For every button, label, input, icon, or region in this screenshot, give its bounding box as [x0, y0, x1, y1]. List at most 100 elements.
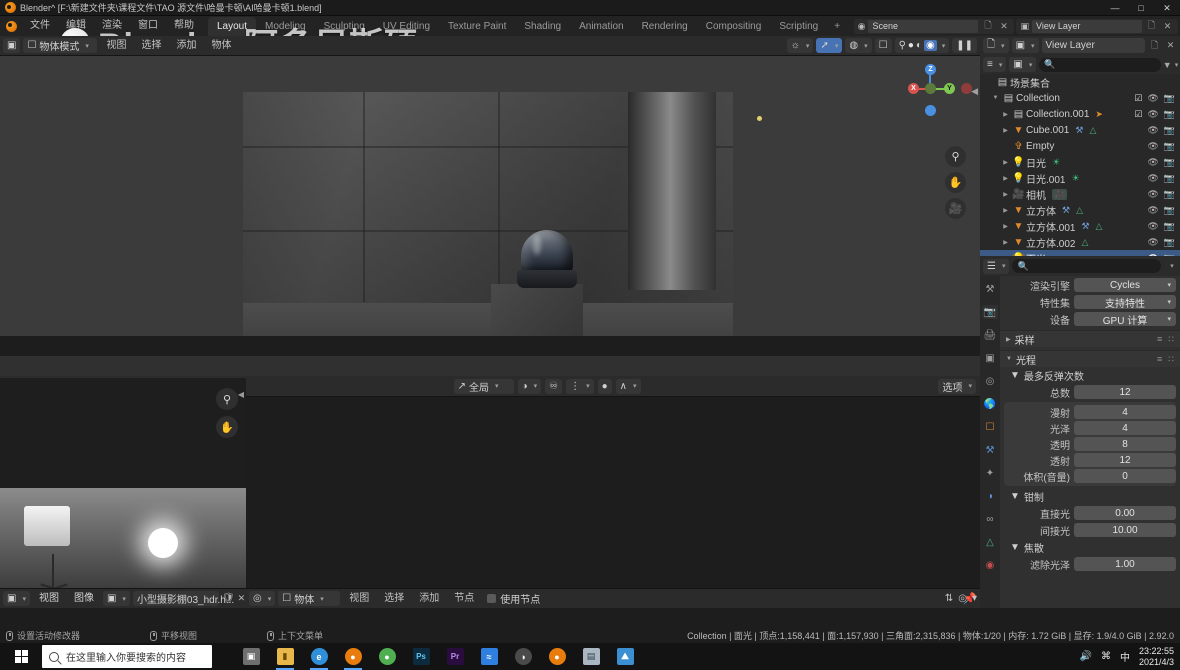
sampling-section-header[interactable]: ▶ 采样 ≡ ∷ — [1000, 330, 1180, 347]
expand-triangle-icon[interactable]: ▶ — [1000, 159, 1011, 166]
eye-icon[interactable]: 👁 — [1147, 237, 1158, 248]
eye-icon[interactable]: 👁 — [1147, 173, 1158, 184]
clamp-indirect-field[interactable]: 10.00 — [1074, 523, 1176, 537]
device-dropdown[interactable]: GPU 计算 — [1074, 312, 1176, 326]
menu-help[interactable]: 帮助 — [166, 16, 202, 36]
browse-image-button[interactable]: ▣ — [103, 591, 130, 606]
visibility-dropdown[interactable]: ☼ — [787, 38, 814, 53]
image-editor-type-button[interactable]: ▣ — [3, 591, 30, 606]
eye-icon[interactable]: 👁 — [1147, 221, 1158, 232]
viewport-menu-view[interactable]: 视图 — [100, 36, 132, 56]
photoshop-icon[interactable]: Ps — [404, 643, 438, 670]
use-nodes-checkbox[interactable]: 使用节点 — [483, 591, 544, 606]
tab-texture-paint[interactable]: Texture Paint — [439, 17, 515, 36]
tab-scripting[interactable]: Scripting — [770, 17, 827, 36]
image-editor-canvas[interactable]: ⚲ ✋ ◀ — [0, 378, 246, 608]
app-mm-icon[interactable]: ≈ — [472, 643, 506, 670]
tab-object-icon[interactable]: ☐ — [982, 420, 998, 434]
caustics-subsection-header[interactable]: ▼ 焦散 — [1000, 539, 1180, 555]
transform-orientation-dropdown[interactable]: ↗ 全局 — [454, 379, 514, 394]
network-icon[interactable]: ⌘ — [1101, 651, 1111, 662]
eye-icon[interactable]: 👁 — [1147, 189, 1158, 200]
shield-icon[interactable]: 🛡 — [222, 593, 235, 604]
minimize-button[interactable]: — — [1102, 0, 1128, 16]
camera-icon[interactable]: 📷 — [1164, 189, 1175, 200]
tab-modeling[interactable]: Modeling — [256, 17, 315, 36]
task-view-icon[interactable]: ▣ — [234, 643, 268, 670]
expand-triangle-icon[interactable]: ▶ — [1000, 127, 1011, 134]
new-view-layer-icon[interactable]: 🗋 — [1145, 19, 1158, 33]
image-zoom-tool-icon[interactable]: ⚲ — [216, 388, 238, 410]
expand-triangle-icon[interactable]: ▶ — [1000, 175, 1011, 182]
camera-icon[interactable]: 📷 — [1164, 221, 1175, 232]
expand-triangle-icon[interactable]: ▶ — [1000, 239, 1011, 246]
max-bounces-subsection-header[interactable]: ▼ 最多反弹次数 — [1000, 367, 1180, 383]
gizmo-axis-neg-z[interactable] — [925, 105, 936, 116]
outliner-row-scene-collection[interactable]: ▤ 场景集合 — [980, 74, 1180, 90]
menu-edit[interactable]: 编辑 — [58, 16, 94, 36]
overlays-dropdown[interactable]: ◍ — [845, 38, 871, 53]
snap-settings-dropdown[interactable]: ⋮ — [566, 379, 594, 394]
eye-icon[interactable]: 👁 — [1147, 205, 1158, 216]
tab-layout[interactable]: Layout — [208, 17, 256, 36]
image-name-field[interactable]: 小型摄影棚03_hdr.h... — [133, 591, 219, 606]
tab-render-icon[interactable]: 📷 — [982, 305, 998, 319]
node-editor-type-button[interactable]: ◎ — [249, 591, 275, 606]
light-gizmo-dot[interactable] — [757, 116, 762, 121]
edge-icon[interactable]: e — [302, 643, 336, 670]
add-workspace-tab-button[interactable]: + — [827, 17, 847, 36]
tab-shading[interactable]: Shading — [515, 17, 570, 36]
outliner-restriction-toggles-button[interactable]: ▣ — [1009, 57, 1036, 72]
camera-view-icon[interactable]: 🎥 — [945, 198, 966, 219]
gizmo-axis-z[interactable]: Z — [925, 64, 936, 75]
camera-icon[interactable]: 📷 — [1164, 205, 1175, 216]
viewport-canvas[interactable]: Z Y X ⚲ ✋ 🎥 ◀ — [0, 56, 980, 336]
outliner-row-collection[interactable]: ▼ ▤ Collection ☑ 👁 📷 — [980, 90, 1180, 106]
node-overlay-icon[interactable]: ◎ — [958, 593, 967, 604]
tab-constraints-icon[interactable]: ∞ — [982, 512, 998, 526]
tab-compositing[interactable]: Compositing — [697, 17, 771, 36]
remove-view-layer-icon[interactable]: ✕ — [1161, 19, 1174, 33]
taskbar-search-input[interactable]: 在这里输入你要搜索的内容 — [42, 645, 212, 668]
properties-content[interactable]: 渲染引擎 Cycles 特性集 支持特性 设备 GPU 计算 ▶ 采样 ≡ ∷ — [1000, 276, 1180, 608]
outliner-filter-mode-button[interactable]: ≡ — [983, 57, 1006, 72]
gizmo-axis-x[interactable]: X — [908, 83, 919, 94]
preset-list-icon[interactable]: ≡ — [1157, 334, 1162, 345]
eye-icon[interactable]: 👁 — [1147, 141, 1158, 152]
viewport-options-dropdown[interactable]: 选项 — [938, 379, 976, 394]
expand-triangle-icon[interactable]: ▶ — [1000, 111, 1011, 118]
outliner-editor-type-button[interactable]: 🗋 — [983, 38, 1009, 53]
outliner-row-camera[interactable]: ▶ 🎥 相机 🎥 👁 📷 — [980, 186, 1180, 202]
tab-uv-editing[interactable]: UV Editing — [374, 17, 439, 36]
outliner-row-sun-light-001[interactable]: ▶ 💡 日光.001 ☀ 👁 📷 — [980, 170, 1180, 186]
preset-list-icon[interactable]: ≡ — [1157, 354, 1162, 365]
volume-icon[interactable]: 🔊 — [1080, 651, 1092, 662]
eye-icon[interactable]: 👁 — [1147, 93, 1158, 104]
checkbox-icon[interactable]: ☑ — [1134, 109, 1142, 120]
tab-output-icon[interactable]: 🖨 — [982, 328, 998, 342]
remove-view-layer-icon[interactable]: ✕ — [1164, 39, 1177, 53]
camera-icon[interactable]: 📷 — [1164, 109, 1175, 120]
camera-icon[interactable]: 📷 — [1164, 141, 1175, 152]
bounces-transmission-field[interactable]: 12 — [1074, 453, 1176, 467]
outliner-display-mode-dropdown[interactable]: ▣ — [1012, 38, 1039, 53]
new-scene-icon[interactable]: 🗋 — [981, 19, 994, 33]
checkbox-icon[interactable]: ☑ — [1134, 93, 1142, 104]
unlink-scene-icon[interactable]: ✕ — [997, 19, 1010, 33]
eye-icon[interactable]: 👁 — [1147, 109, 1158, 120]
tab-tool-icon[interactable]: ⚒ — [982, 282, 998, 296]
shading-options-chevron-down-icon[interactable] — [939, 40, 946, 51]
menu-window[interactable]: 窗口 — [130, 16, 166, 36]
tab-data-icon[interactable]: △ — [982, 535, 998, 549]
taskbar-clock[interactable]: 23:22:55 2021/4/3 — [1139, 646, 1174, 668]
camera-icon[interactable]: 📷 — [1164, 93, 1175, 104]
pivot-point-dropdown[interactable]: ◑ — [518, 379, 542, 394]
light-paths-section-header[interactable]: ▼ 光程 ≡ ∷ — [1000, 350, 1180, 367]
expand-triangle-icon[interactable]: ▶ — [1000, 223, 1011, 230]
menu-render[interactable]: 渲染 — [94, 16, 130, 36]
expand-triangle-icon[interactable]: ▶ — [1000, 191, 1011, 198]
editor-type-button[interactable]: ▣ — [3, 38, 20, 53]
zoom-tool-icon[interactable]: ⚲ — [945, 146, 966, 167]
tab-world-icon[interactable]: 🌎 — [982, 397, 998, 411]
tab-modifier-icon[interactable]: ⚒ — [982, 443, 998, 457]
